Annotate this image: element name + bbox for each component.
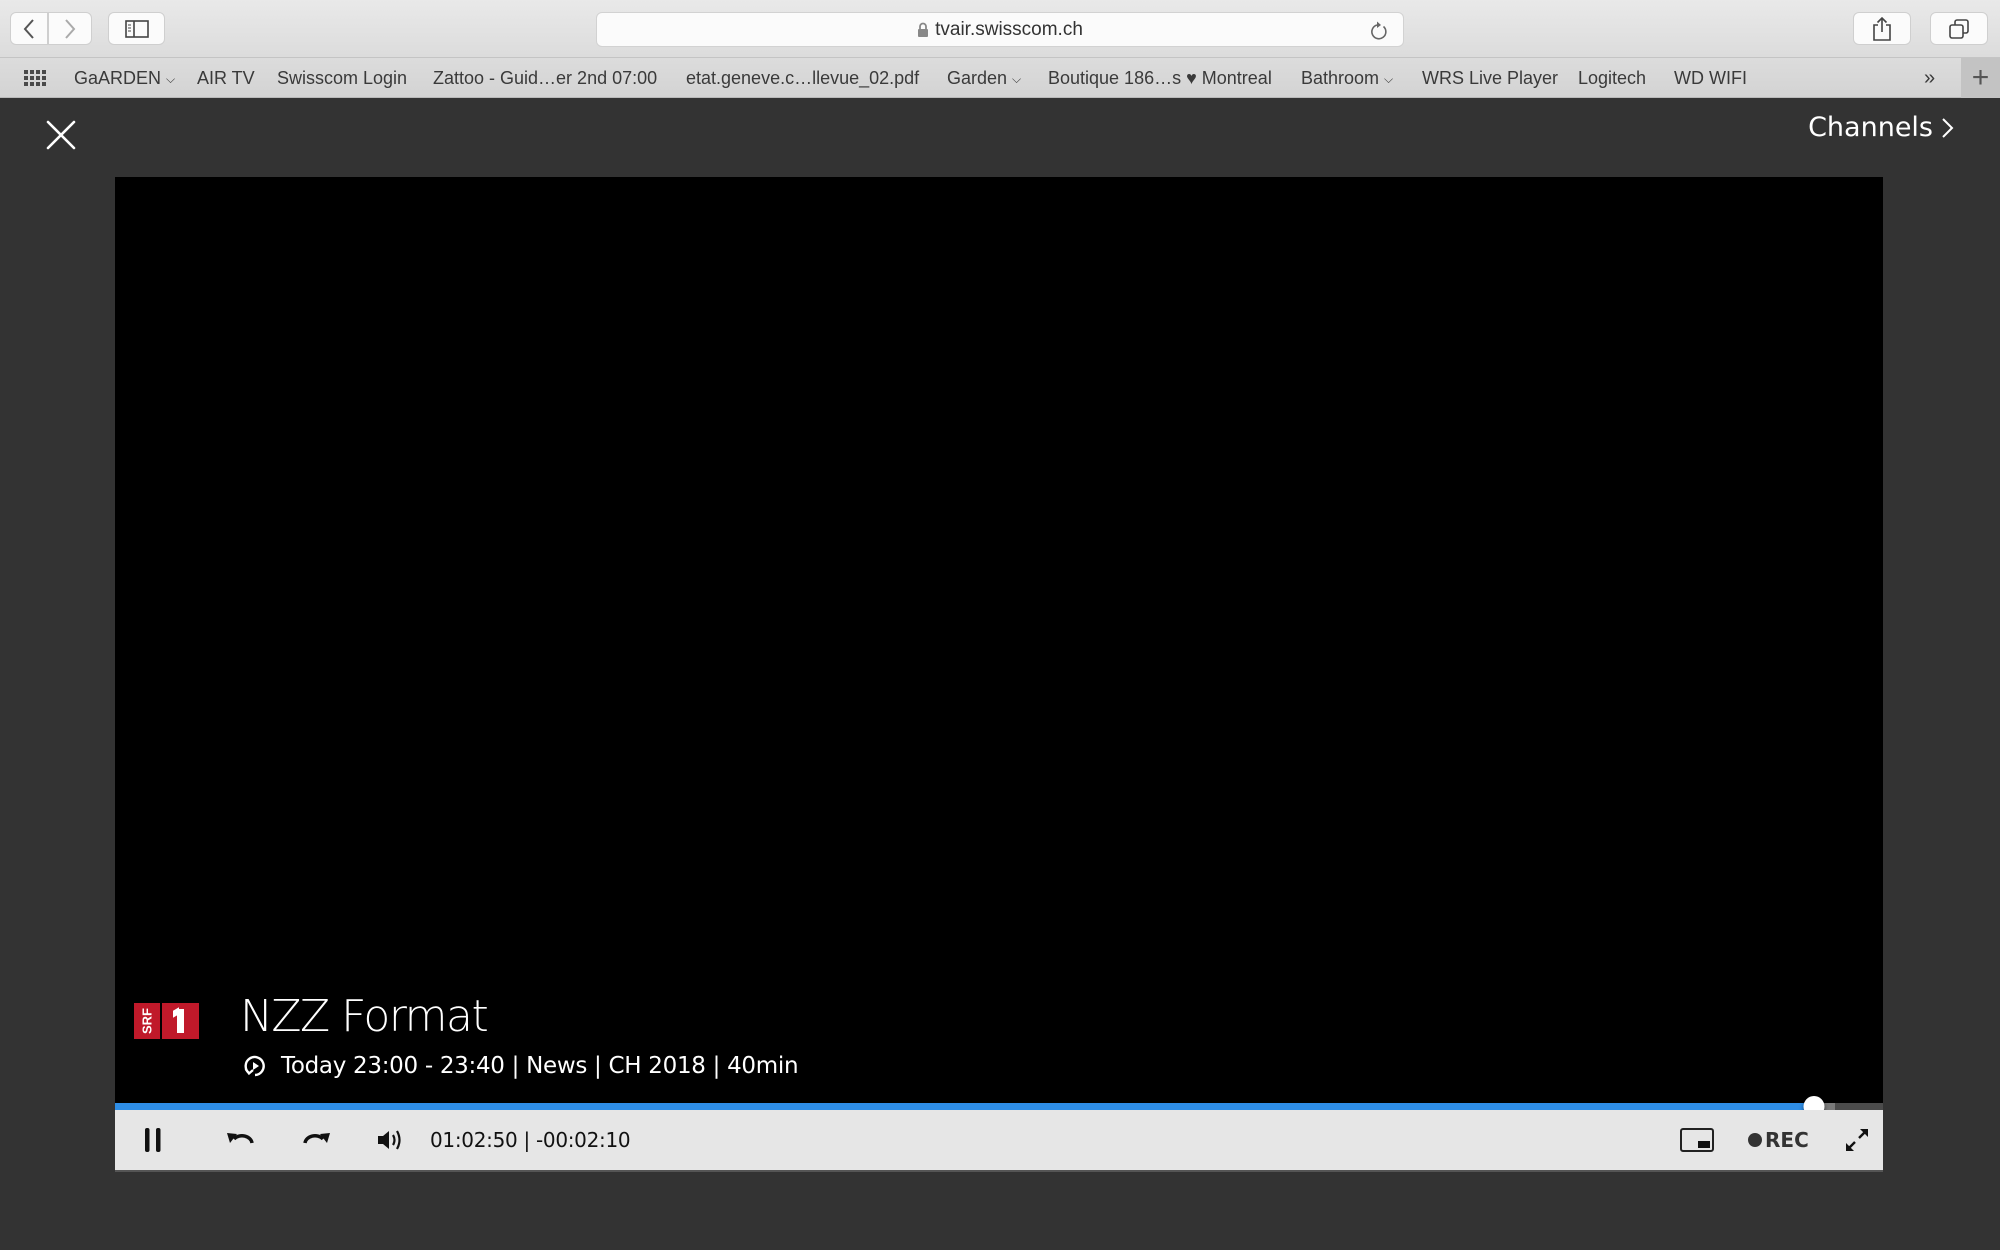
bookmark-logitech[interactable]: Logitech: [1578, 58, 1646, 98]
bookmarks-bar: GaARDEN ⌵ AIR TV Swisscom Login Zattoo - …: [0, 58, 2000, 98]
bookmark-folder-garden[interactable]: Garden ⌵: [947, 58, 1021, 98]
volume-button[interactable]: [373, 1110, 409, 1170]
sidebar-icon: [124, 19, 149, 38]
bookmark-folder-gaarden[interactable]: GaARDEN ⌵: [74, 58, 175, 98]
bookmark-folder-bathroom[interactable]: Bathroom ⌵: [1301, 58, 1393, 98]
chevron-right-icon: [1942, 117, 1954, 138]
progress-bar[interactable]: [115, 1096, 1883, 1117]
share-icon: [1873, 16, 1891, 41]
fullscreen-button[interactable]: [1837, 1110, 1877, 1170]
address-bar[interactable]: tvair.swisscom.ch: [596, 12, 1404, 47]
share-button[interactable]: [1853, 12, 1911, 45]
channels-label: Channels: [1808, 112, 1933, 143]
chevron-down-icon: ⌵: [1012, 72, 1022, 86]
close-player-button[interactable]: [44, 118, 78, 152]
volume-icon: [378, 1130, 401, 1150]
bookmark-wrs-live-player[interactable]: WRS Live Player: [1422, 58, 1558, 98]
lock-icon: [918, 22, 929, 37]
reload-icon[interactable]: [1369, 20, 1389, 42]
chevron-down-icon: ⌵: [1384, 72, 1394, 86]
logo-srf-block: SRF: [134, 1003, 160, 1039]
chevron-down-icon: ⌵: [166, 72, 176, 86]
pause-button[interactable]: [133, 1110, 173, 1170]
channels-link[interactable]: Channels: [1808, 112, 1955, 143]
bookmark-air-tv[interactable]: AIR TV: [197, 58, 255, 98]
chevron-right-icon: [65, 18, 76, 39]
close-icon: [46, 120, 76, 150]
tabs-overview-button[interactable]: [1930, 12, 1988, 45]
player-controls: 01:02:50 | -00:02:10 REC: [115, 1110, 1883, 1172]
browser-toolbar: tvair.swisscom.ch: [0, 0, 2000, 58]
back-button[interactable]: [10, 12, 48, 45]
tabs-overview-icon: [1949, 18, 1969, 39]
logo-number-block: [162, 1003, 199, 1039]
progress-played: [115, 1103, 1815, 1110]
rewind-icon: [227, 1133, 254, 1144]
forward-button[interactable]: [48, 12, 92, 45]
channel-logo-srf1: SRF: [134, 1003, 199, 1039]
new-tab-button[interactable]: +: [1961, 58, 2000, 98]
record-button[interactable]: REC: [1748, 1110, 1809, 1170]
record-dot-icon: [1748, 1133, 1762, 1147]
forward-skip-button[interactable]: [297, 1110, 337, 1170]
pause-icon: [145, 1128, 161, 1152]
sidebar-button[interactable]: [108, 12, 165, 45]
fast-forward-icon: [303, 1133, 330, 1144]
bookmark-wd-wifi[interactable]: WD WIFI: [1674, 58, 1747, 98]
record-label: REC: [1765, 1128, 1809, 1152]
replay-icon: [244, 1055, 265, 1077]
fullscreen-icon: [1846, 1129, 1868, 1151]
apps-grid-icon[interactable]: [24, 70, 46, 86]
picture-in-picture-icon: [1680, 1128, 1714, 1152]
picture-in-picture-button[interactable]: [1677, 1110, 1717, 1170]
show-title: NZZ Format: [240, 991, 489, 1042]
video-player[interactable]: SRF NZZ Format Today 23:00 - 23:40 | New…: [115, 177, 1883, 1104]
rewind-button[interactable]: [220, 1110, 260, 1170]
bookmark-swisscom-login[interactable]: Swisscom Login: [277, 58, 407, 98]
more-bookmarks-button[interactable]: »: [1924, 58, 1935, 98]
show-meta: Today 23:00 - 23:40 | News | CH 2018 | 4…: [243, 1053, 799, 1079]
bookmark-zattoo-guide[interactable]: Zattoo - Guid…er 2nd 07:00: [433, 58, 657, 98]
bookmark-etat-geneve-pdf[interactable]: etat.geneve.c…llevue_02.pdf: [686, 58, 919, 98]
chevron-left-icon: [23, 18, 34, 39]
time-readout: 01:02:50 | -00:02:10: [430, 1128, 631, 1152]
url-text: tvair.swisscom.ch: [935, 18, 1083, 40]
show-meta-text: Today 23:00 - 23:40 | News | CH 2018 | 4…: [281, 1053, 799, 1079]
bookmark-boutique-montreal[interactable]: Boutique 186…s ♥ Montreal: [1048, 58, 1272, 98]
